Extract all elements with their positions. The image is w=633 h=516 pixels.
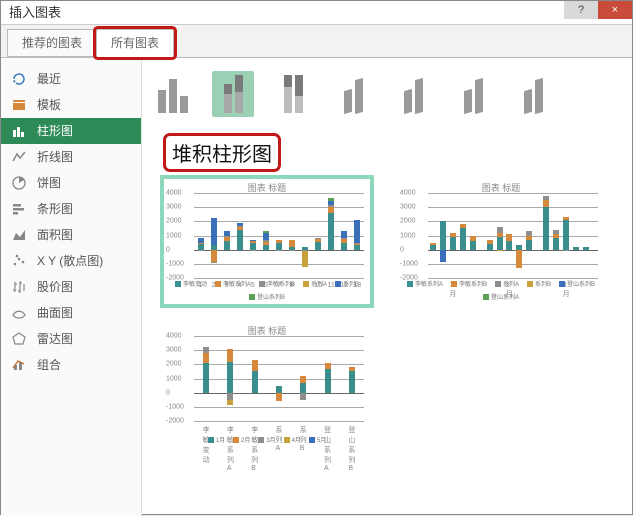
surface-icon — [11, 305, 27, 321]
main-area: 最近模板柱形图折线图饼图条形图面积图X Y (散点图)股价图曲面图雷达图组合 堆… — [1, 58, 632, 516]
sidebar-item-折线图[interactable]: 折线图 — [1, 144, 141, 170]
pie-icon — [11, 175, 27, 191]
bar-icon — [11, 201, 27, 217]
sidebar-item-label: 最近 — [37, 66, 61, 92]
chart-subtype-content: 堆积柱形图 图表 标题-2000-10000100020003000400012… — [142, 58, 632, 516]
sidebar-item-label: 曲面图 — [37, 300, 73, 326]
subtype-3d-column[interactable] — [512, 71, 554, 117]
preview-legend: 李敏变动李敏系列A李敏系列B系列A系列B登山系列B — [164, 279, 370, 301]
preview-legend: 李敏系列A李敏系列B系列A系列B登山系列B登山系列A — [398, 279, 604, 301]
close-button[interactable]: × — [598, 1, 632, 19]
sidebar-item-label: 条形图 — [37, 196, 73, 222]
sidebar-item-label: 组合 — [37, 352, 61, 378]
insert-chart-dialog: 插入图表 ? × 推荐的图表所有图表 最近模板柱形图折线图饼图条形图面积图X Y… — [0, 0, 633, 515]
sidebar-item-曲面图[interactable]: 曲面图 — [1, 300, 141, 326]
combo-icon — [11, 357, 27, 373]
sidebar-item-label: 折线图 — [37, 144, 73, 170]
sidebar-item-模板[interactable]: 模板 — [1, 92, 141, 118]
window-controls: ? × — [564, 1, 632, 19]
chart-preview-p3[interactable]: 图表 标题-2000-100001000200030004000李敏变动李敏系列… — [164, 322, 370, 447]
sidebar-item-最近[interactable]: 最近 — [1, 66, 141, 92]
subtype-3d-clustered-column[interactable] — [332, 71, 374, 117]
subtype-stacked-column[interactable] — [212, 71, 254, 117]
subtype-3d-stacked-column[interactable] — [392, 71, 434, 117]
stock-icon — [11, 279, 27, 295]
sidebar-item-雷达图[interactable]: 雷达图 — [1, 326, 141, 352]
sidebar-item-label: 饼图 — [37, 170, 61, 196]
subtype-clustered-column[interactable] — [152, 71, 194, 117]
subtype-3d-100pct-stacked-column[interactable] — [452, 71, 494, 117]
subtype-ribbon — [152, 66, 622, 122]
tab-所有图表[interactable]: 所有图表 — [96, 29, 174, 57]
tab-row: 推荐的图表所有图表 — [1, 25, 632, 58]
chart-previews: 图表 标题-2000-10000100020003000400012345678… — [164, 179, 622, 447]
sidebar-item-条形图[interactable]: 条形图 — [1, 196, 141, 222]
radar-icon — [11, 331, 27, 347]
sidebar-item-label: 面积图 — [37, 222, 73, 248]
window-title: 插入图表 — [9, 5, 61, 20]
preview-legend: 1月2月3月4月5月 — [164, 435, 370, 444]
column-icon — [11, 123, 27, 139]
subtype-100pct-stacked-column[interactable] — [272, 71, 314, 117]
chart-preview-p2[interactable]: 图表 标题-2000-1000010002000300040001月2月3月李敏… — [398, 179, 604, 304]
tab-推荐的图表[interactable]: 推荐的图表 — [7, 29, 97, 57]
sidebar-item-label: 股价图 — [37, 274, 73, 300]
sidebar-item-饼图[interactable]: 饼图 — [1, 170, 141, 196]
sidebar-item-柱形图[interactable]: 柱形图 — [1, 118, 141, 144]
recent-icon — [11, 71, 27, 87]
sidebar-item-label: X Y (散点图) — [37, 248, 103, 274]
selected-subtype-title: 堆积柱形图 — [166, 136, 278, 169]
titlebar: 插入图表 ? × — [1, 1, 632, 25]
help-button[interactable]: ? — [564, 1, 598, 19]
chart-type-sidebar: 最近模板柱形图折线图饼图条形图面积图X Y (散点图)股价图曲面图雷达图组合 — [1, 58, 142, 516]
sidebar-item-label: 模板 — [37, 92, 61, 118]
sidebar-item-股价图[interactable]: 股价图 — [1, 274, 141, 300]
sidebar-item-label: 柱形图 — [37, 118, 73, 144]
sidebar-item-组合[interactable]: 组合 — [1, 352, 141, 378]
chart-preview-p1[interactable]: 图表 标题-2000-10000100020003000400012345678… — [164, 179, 370, 304]
line-icon — [11, 149, 27, 165]
area-icon — [11, 227, 27, 243]
scatter-icon — [11, 253, 27, 269]
template-icon — [11, 97, 27, 113]
sidebar-item-label: 雷达图 — [37, 326, 73, 352]
sidebar-item-面积图[interactable]: 面积图 — [1, 222, 141, 248]
sidebar-item-X Y (散点图)[interactable]: X Y (散点图) — [1, 248, 141, 274]
